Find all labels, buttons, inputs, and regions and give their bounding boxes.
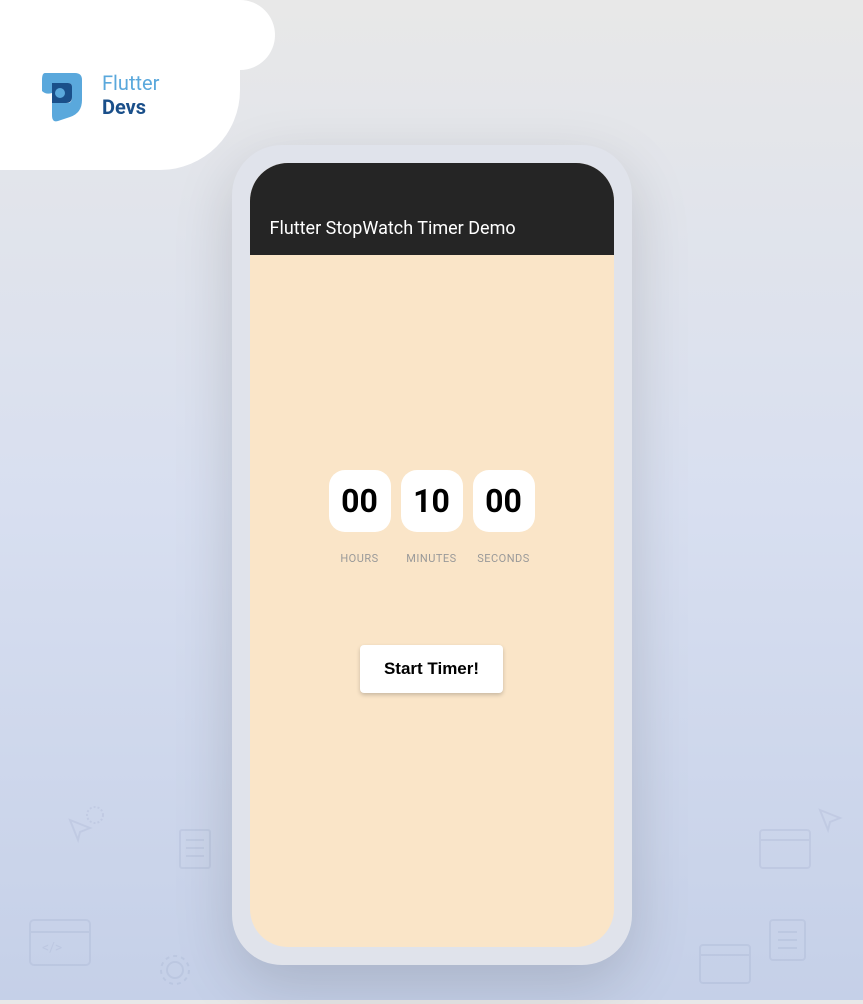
timer-labels: HOURS MINUTES SECONDS (329, 552, 535, 565)
timer-card-minutes: 10 (401, 470, 463, 532)
logo-text-bottom: Devs (102, 95, 159, 119)
start-timer-button[interactable]: Start Timer! (360, 645, 503, 693)
app-bar-title: Flutter StopWatch Timer Demo (270, 218, 516, 239)
seconds-label: SECONDS (473, 552, 535, 565)
minutes-label: MINUTES (401, 552, 463, 565)
hours-label: HOURS (329, 552, 391, 565)
timer-container: 00 10 00 HOURS MINUTES SECONDS (250, 470, 614, 565)
timer-card-hours: 00 (329, 470, 391, 532)
hours-value: 00 (341, 482, 378, 520)
logo-badge: Flutter Devs (0, 0, 240, 170)
timer-card-seconds: 00 (473, 470, 535, 532)
logo-text: Flutter Devs (102, 71, 159, 119)
phone-frame: Flutter StopWatch Timer Demo 00 10 00 HO… (232, 145, 632, 965)
svg-text:</>: </> (42, 940, 62, 956)
flutterdevs-logo-icon (30, 65, 90, 125)
phone-screen: Flutter StopWatch Timer Demo 00 10 00 HO… (250, 163, 614, 947)
app-bar: Flutter StopWatch Timer Demo (250, 163, 614, 255)
logo-text-top: Flutter (102, 71, 159, 95)
minutes-value: 10 (413, 482, 450, 520)
timer-row: 00 10 00 (329, 470, 535, 532)
start-button-container: Start Timer! (250, 645, 614, 693)
seconds-value: 00 (485, 482, 522, 520)
